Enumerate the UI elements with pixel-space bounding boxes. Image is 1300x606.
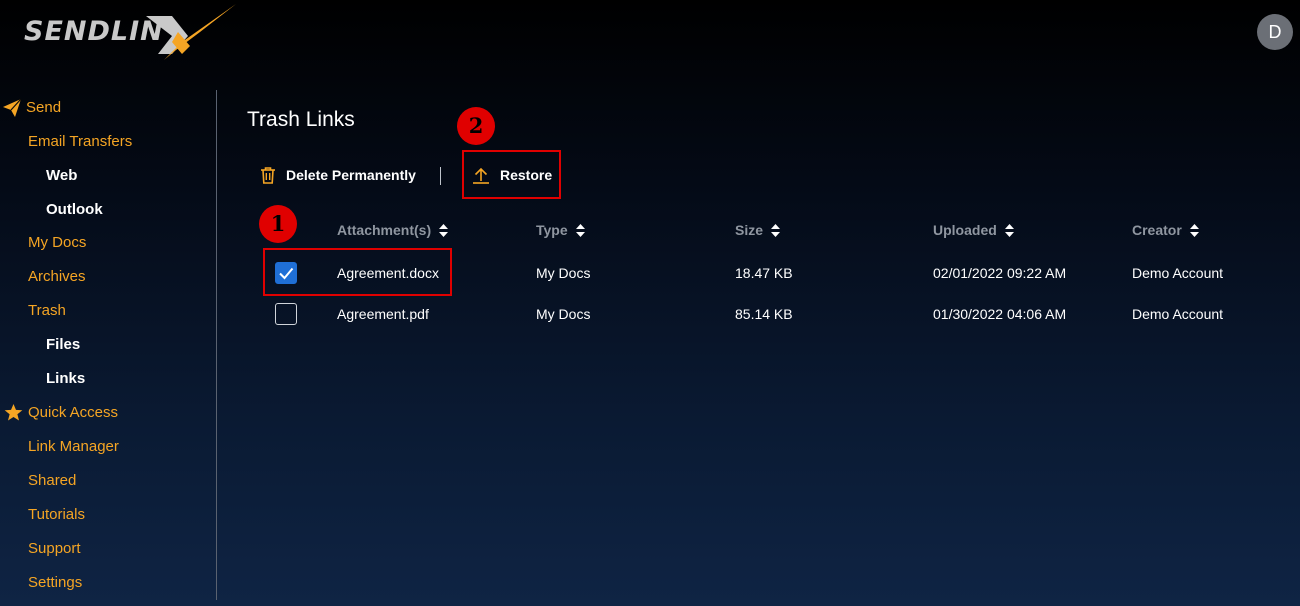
cell-creator: Demo Account [1132, 265, 1224, 281]
logo-x-mark [146, 4, 236, 60]
page-title: Trash Links [247, 108, 355, 131]
sidebar-item-web[interactable]: Web [46, 167, 77, 184]
selected-row-highlight-box [263, 248, 452, 296]
sidebar-item-link-manager[interactable]: Link Manager [28, 438, 119, 455]
sidebar-item-links[interactable]: Links [46, 370, 85, 387]
delete-permanently-label: Delete Permanently [286, 167, 416, 183]
sidebar-item-settings[interactable]: Settings [28, 574, 82, 591]
trash-icon [261, 167, 275, 184]
user-avatar[interactable]: D [1257, 14, 1293, 50]
cell-size: 18.47 KB [735, 265, 793, 281]
cell-creator: Demo Account [1132, 306, 1224, 322]
cell-size: 85.14 KB [735, 306, 793, 322]
column-header-type[interactable]: Type [536, 222, 585, 238]
sidebar-item-trash[interactable]: Trash [28, 302, 66, 319]
column-header-attachments-label: Attachment(s) [337, 222, 432, 238]
cell-type: My Docs [536, 306, 591, 322]
sidebar-item-my-docs[interactable]: My Docs [28, 234, 86, 251]
column-header-type-label: Type [536, 222, 568, 238]
sort-icon [1189, 223, 1199, 237]
step-1-badge: 1 [259, 205, 297, 243]
column-header-size-label: Size [735, 222, 764, 238]
sendlinx-logo: SENDLIN [22, 2, 242, 64]
toolbar-separator [440, 167, 441, 185]
sort-icon [771, 223, 781, 237]
cell-uploaded: 02/01/2022 09:22 AM [933, 265, 1067, 281]
cell-attachment[interactable]: Agreement.pdf [337, 306, 429, 322]
cell-uploaded: 01/30/2022 04:06 AM [933, 306, 1067, 322]
sidebar: Send Email Transfers Web Outlook My Docs… [0, 90, 217, 606]
sort-icon [1004, 223, 1014, 237]
paper-plane-icon [3, 98, 22, 117]
sidebar-item-quick-access[interactable]: Quick Access [28, 404, 118, 421]
sort-icon [575, 223, 585, 237]
restore-highlight-box [462, 150, 561, 199]
column-header-creator-label: Creator [1132, 222, 1182, 238]
column-header-creator[interactable]: Creator [1132, 222, 1199, 238]
main-content: Trash Links Delete Permanently Restore 2… [218, 90, 1300, 606]
cell-type: My Docs [536, 265, 591, 281]
column-header-uploaded[interactable]: Uploaded [933, 222, 1014, 238]
sidebar-item-email-transfers[interactable]: Email Transfers [28, 133, 132, 150]
delete-permanently-button[interactable]: Delete Permanently [260, 166, 416, 184]
sort-icon [439, 223, 449, 237]
row-checkbox-unchecked[interactable] [275, 303, 297, 325]
sidebar-divider [216, 90, 217, 600]
sidebar-item-tutorials[interactable]: Tutorials [28, 506, 85, 523]
sidebar-item-support[interactable]: Support [28, 540, 81, 557]
sidebar-item-shared[interactable]: Shared [28, 472, 76, 489]
column-header-uploaded-label: Uploaded [933, 222, 997, 238]
star-icon [4, 403, 23, 421]
sidebar-item-send[interactable]: Send [26, 99, 61, 116]
column-header-attachments[interactable]: Attachment(s) [337, 222, 449, 238]
sidebar-item-files[interactable]: Files [46, 336, 80, 353]
step-2-badge: 2 [457, 107, 495, 145]
sidebar-item-archives[interactable]: Archives [28, 268, 86, 285]
sidebar-item-outlook[interactable]: Outlook [46, 201, 103, 218]
column-header-size[interactable]: Size [735, 222, 781, 238]
